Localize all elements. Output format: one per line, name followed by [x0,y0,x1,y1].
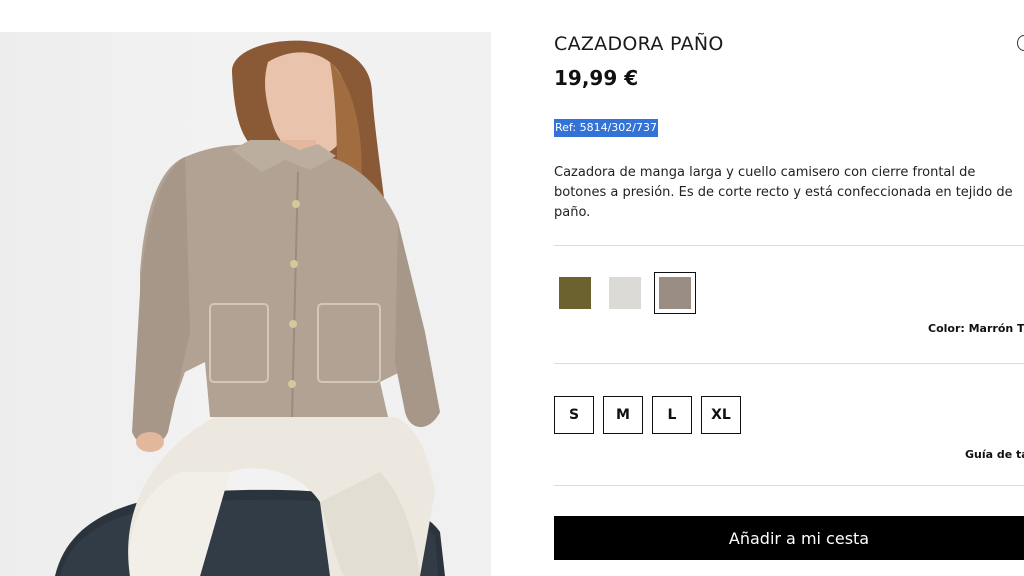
model-illustration [55,40,445,576]
size-option-xl[interactable]: XL [701,396,741,434]
selected-color-label: Color: Marrón T [928,322,1024,335]
size-option-s[interactable]: S [554,396,594,434]
size-option-m[interactable]: M [603,396,643,434]
size-guide-link[interactable]: Guía de ta [965,448,1024,461]
color-swatch-light-grey[interactable] [604,272,646,314]
size-option-l[interactable]: L [652,396,692,434]
product-photo[interactable] [0,32,491,576]
product-price: 19,99 € [554,66,639,90]
color-swatch-brown-taupe[interactable] [654,272,696,314]
color-swatches [554,272,696,314]
divider [554,245,1024,246]
color-swatch-olive[interactable] [554,272,596,314]
product-page: CAZADORA PAÑO 19,99 € Ref: 5814/302/737 … [0,0,1024,576]
add-to-cart-button[interactable]: Añadir a mi cesta [554,516,1024,560]
heart-icon[interactable] [1017,35,1024,51]
swatch-fill [559,277,591,309]
swatch-fill [609,277,641,309]
divider [554,485,1024,486]
size-selector: S M L XL [554,396,741,434]
swatch-fill [659,277,691,309]
product-reference: Ref: 5814/302/737 [554,119,658,137]
product-title: CAZADORA PAÑO [554,33,724,55]
product-description: Cazadora de manga larga y cuello camiser… [554,165,1013,220]
divider [554,363,1024,364]
